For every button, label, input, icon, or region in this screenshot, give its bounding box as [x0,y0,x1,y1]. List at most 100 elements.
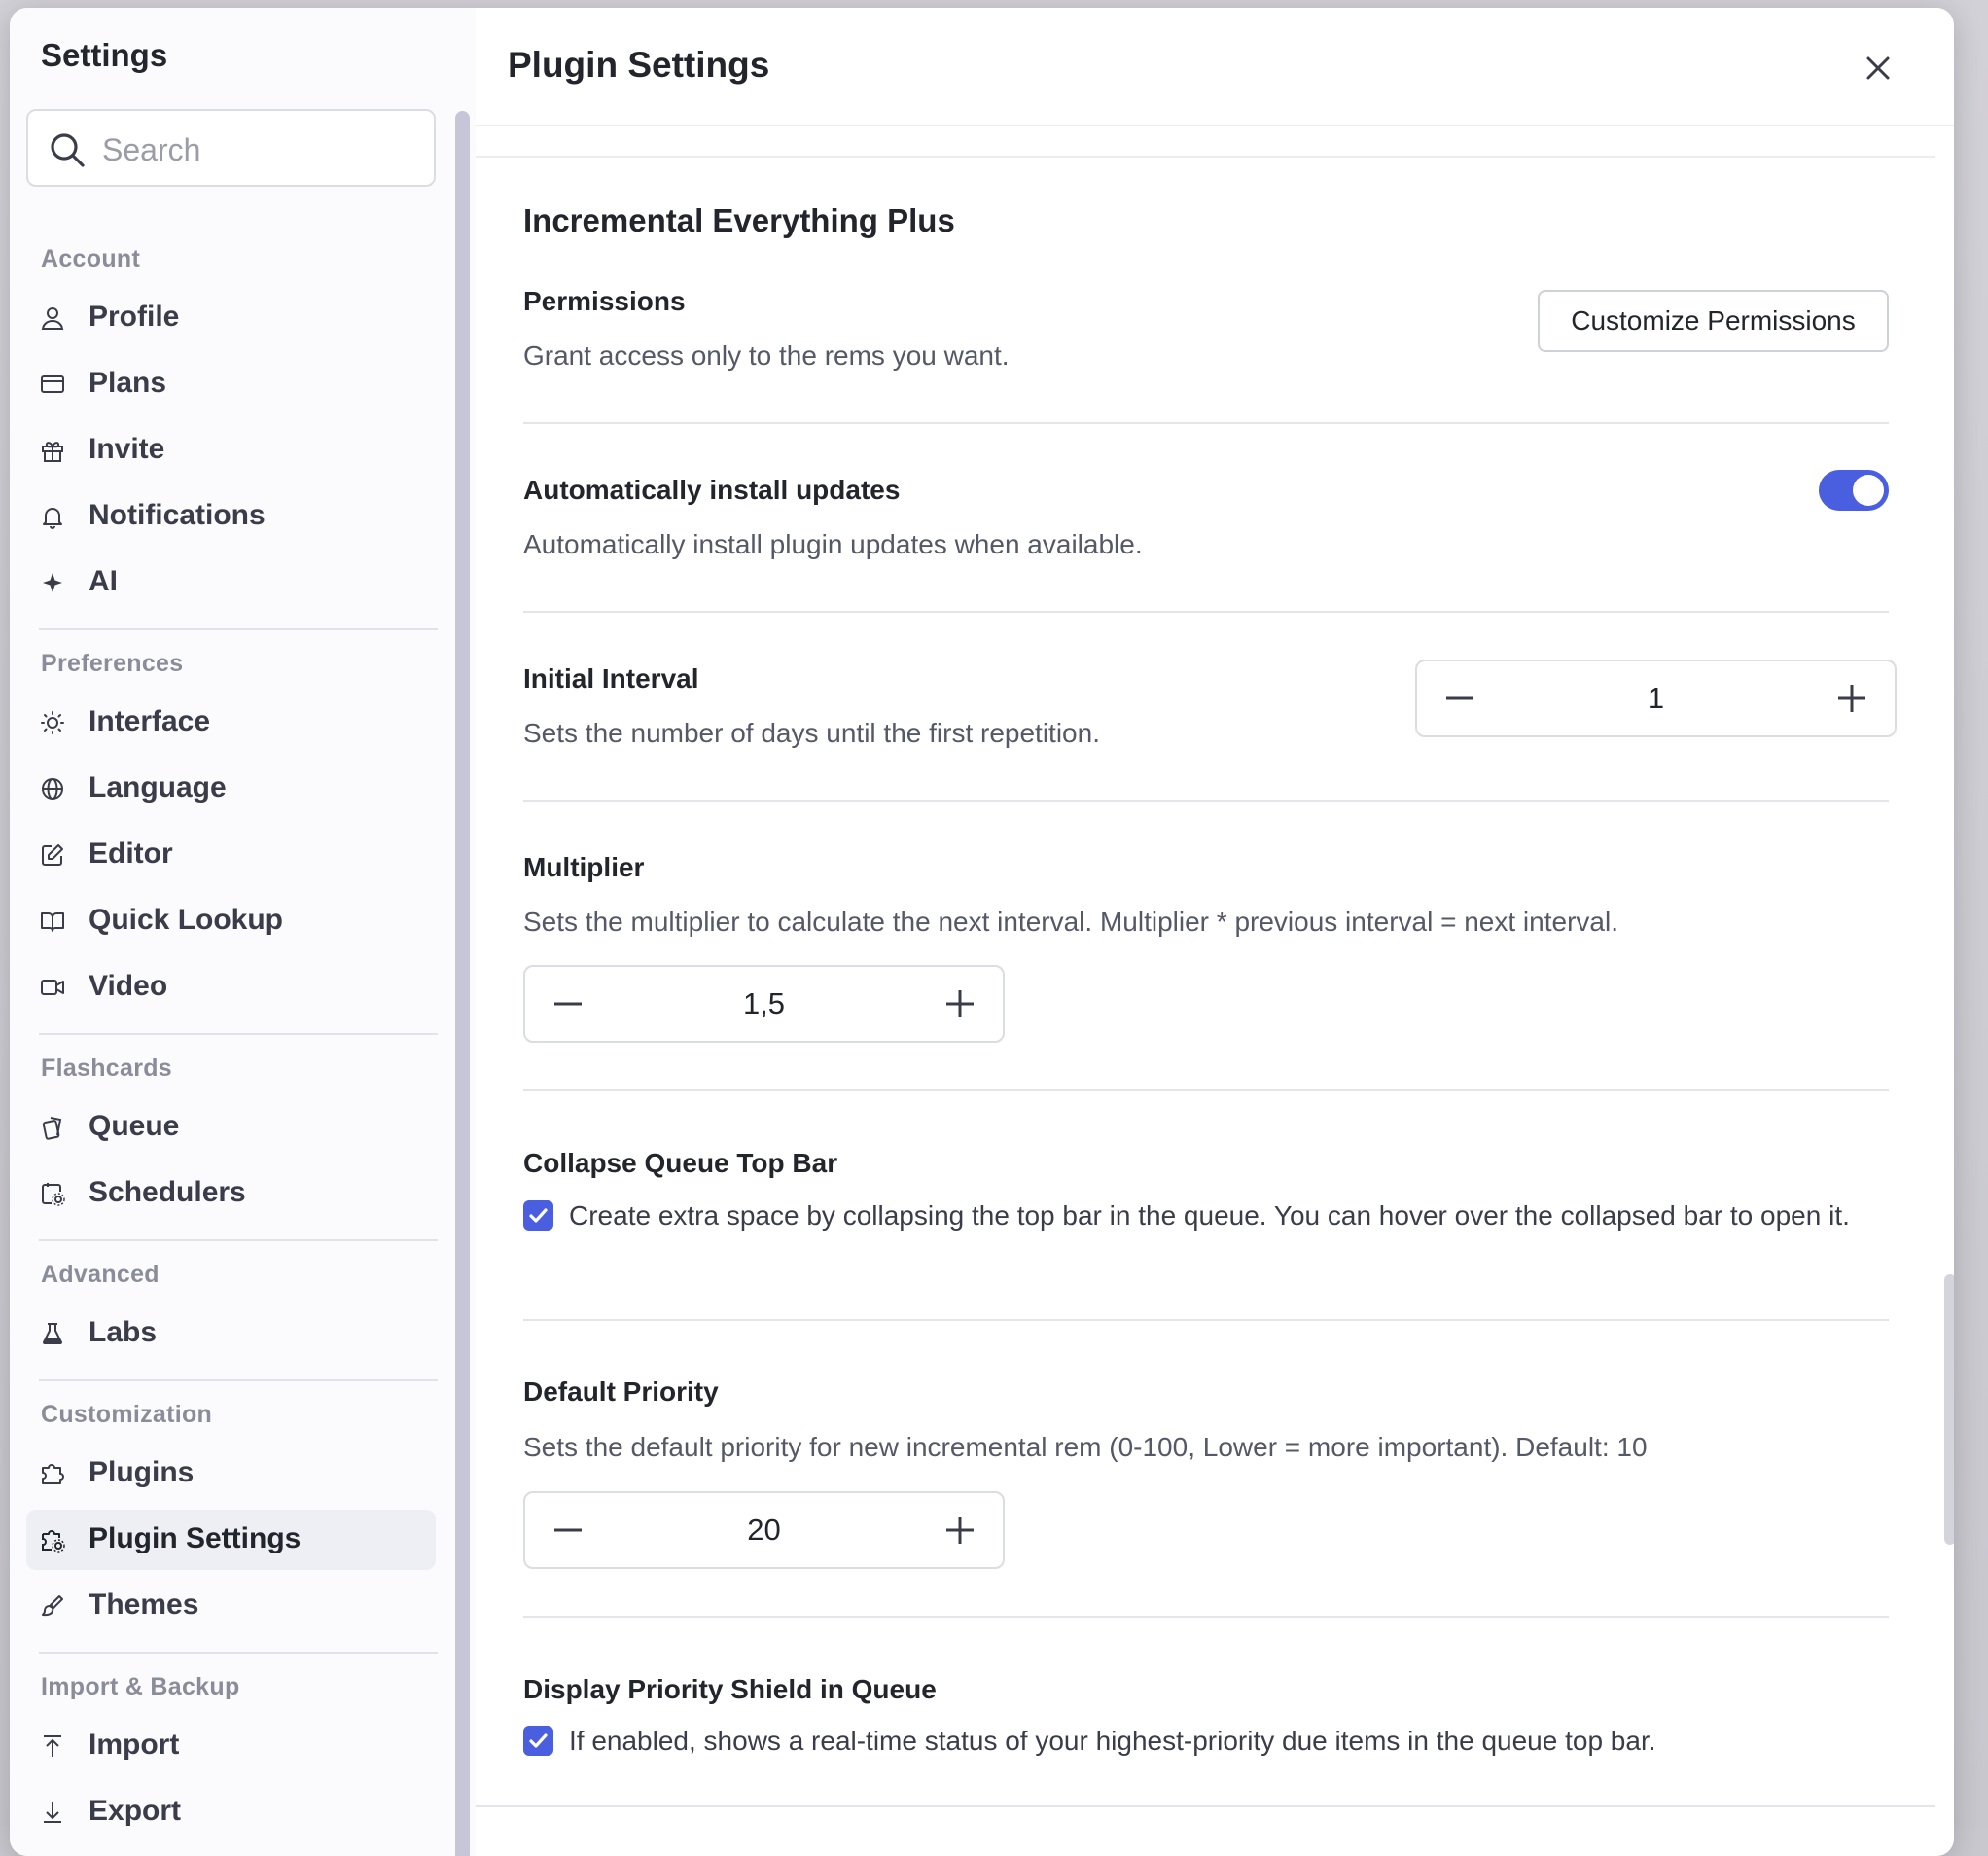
section-divider [523,1616,1889,1618]
permissions-description: Grant access only to the rems you want. [523,340,1010,371]
cards-icon [42,1117,62,1140]
sidebar-item-import[interactable]: Import [26,1716,436,1776]
customize-permissions-button[interactable]: Customize Permissions [1538,290,1889,352]
brush-icon [42,1595,63,1617]
section-header-account: Account [41,245,141,272]
sidebar-item-label: Plans [89,367,167,399]
check-icon [529,1733,548,1748]
plus-icon[interactable] [1830,677,1873,720]
flask-icon [43,1323,62,1344]
permissions-title: Permissions [523,286,686,316]
plugin-icon [42,1464,64,1484]
sidebar-item-label: Export [89,1795,182,1827]
gift-icon [42,442,63,462]
default-priority-title: Default Priority [523,1376,719,1407]
sidebar-item-profile[interactable]: Profile [26,288,436,348]
sidebar-item-video[interactable]: Video [26,957,436,1017]
sidebar-item-editor[interactable]: Editor [26,825,436,885]
multiplier-description: Sets the multiplier to calculate the nex… [523,907,1618,937]
sidebar-item-schedulers[interactable]: Schedulers [26,1163,436,1224]
sidebar-item-label: Editor [89,838,173,870]
sidebar-item-quick-lookup[interactable]: Quick Lookup [26,891,436,951]
auto-update-description: Automatically install plugin updates whe… [523,529,1143,559]
edit-icon [42,844,63,866]
section-divider [523,422,1889,424]
sidebar-item-label: Quick Lookup [89,904,284,936]
initial-interval-description: Sets the number of days until the first … [523,718,1100,748]
content-scrollbar[interactable] [1944,1274,1954,1545]
sidebar-scrollbar[interactable] [455,111,470,1856]
minus-icon[interactable] [1438,677,1481,720]
sidebar-item-plugin-settings[interactable]: Plugin Settings [26,1510,436,1570]
multiplier-value[interactable]: 1,5 [613,986,915,1021]
section-divider [523,800,1889,802]
page-title: Plugin Settings [508,45,770,85]
section-header-flashcards: Flashcards [41,1054,173,1082]
sidebar-item-label: Themes [89,1588,199,1621]
sidebar-item-label: Profile [89,301,180,333]
multiplier-title: Multiplier [523,852,645,882]
sidebar-item-language[interactable]: Language [26,759,436,819]
initial-interval-value[interactable]: 1 [1505,681,1807,716]
sidebar-divider [39,1239,438,1241]
auto-update-title: Automatically install updates [523,475,901,505]
collapse-queue-checkbox[interactable] [523,1200,553,1231]
section-header-customization: Customization [41,1401,213,1428]
sidebar-item-invite[interactable]: Invite [26,420,436,481]
sidebar-divider [39,628,438,630]
section-divider [523,1089,1889,1091]
priority-shield-description: If enabled, shows a real-time status of … [569,1726,1656,1756]
sidebar-item-notifications[interactable]: Notifications [26,486,436,547]
sidebar-item-label: Plugin Settings [89,1522,302,1554]
globe-icon [42,778,63,800]
sidebar-item-label: Video [89,970,168,1002]
bell-icon [43,508,62,529]
sparkle-icon [43,573,62,592]
sidebar-item-label: Language [89,771,227,803]
collapse-queue-title: Collapse Queue Top Bar [523,1148,838,1178]
sidebar-item-labs[interactable]: Labs [26,1303,436,1364]
sidebar-item-queue[interactable]: Queue [26,1097,436,1158]
multiplier-stepper[interactable]: 1,5 [523,965,1005,1043]
priority-shield-checkbox[interactable] [523,1726,553,1756]
minus-icon[interactable] [547,1509,589,1552]
close-icon[interactable] [1857,47,1899,89]
sidebar-item-label: Notifications [89,499,266,531]
priority-shield-title: Display Priority Shield in Queue [523,1674,937,1704]
minus-icon[interactable] [547,982,589,1025]
sidebar-divider [39,1379,438,1381]
sidebar-item-plugins[interactable]: Plugins [26,1444,436,1504]
settings-sidebar: Settings Account Profile Plans Invite [10,8,478,1856]
sidebar-divider [39,1033,438,1035]
initial-interval-stepper[interactable]: 1 [1415,660,1897,737]
sidebar-item-export[interactable]: Export [26,1782,436,1842]
auto-update-toggle[interactable] [1819,470,1889,511]
sidebar-item-label: Interface [89,705,211,737]
section-header-import-backup: Import & Backup [41,1673,240,1700]
sidebar-item-themes[interactable]: Themes [26,1576,436,1636]
collapse-queue-description: Create extra space by collapsing the top… [569,1200,1850,1231]
section-header-advanced: Advanced [41,1261,160,1288]
default-priority-stepper[interactable]: 20 [523,1491,1005,1569]
sidebar-item-plans[interactable]: Plans [26,354,436,414]
section-divider [523,1319,1889,1321]
search-input[interactable] [100,125,425,175]
sidebar-item-label: Plugins [89,1456,195,1488]
sidebar-title: Settings [41,37,168,73]
sidebar-item-label: Import [89,1729,180,1761]
section-divider [523,611,1889,613]
sidebar-item-label: Labs [89,1316,158,1348]
sidebar-item-interface[interactable]: Interface [26,693,436,753]
user-icon [41,307,64,330]
plugin-gear-icon [42,1530,65,1553]
sun-icon [41,711,64,734]
default-priority-value[interactable]: 20 [613,1513,915,1548]
plus-icon[interactable] [939,982,981,1025]
plus-icon[interactable] [939,1509,981,1552]
search-box[interactable] [26,109,436,187]
sidebar-item-label: Schedulers [89,1176,246,1208]
sidebar-divider [39,1652,438,1654]
sidebar-item-ai[interactable]: AI [26,553,436,613]
section-header-preferences: Preferences [41,650,184,677]
upload-icon [44,1735,61,1757]
